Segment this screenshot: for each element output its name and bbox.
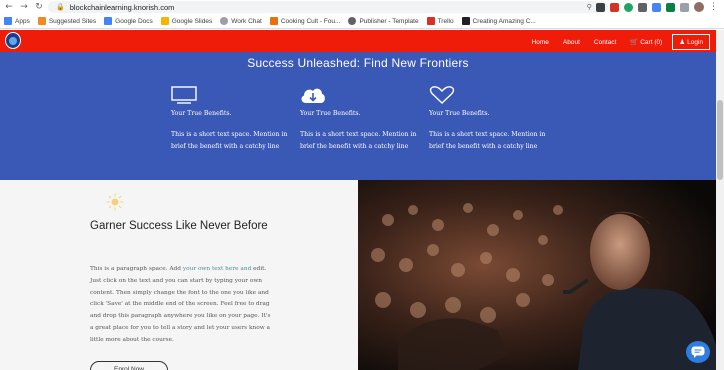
sun-icon xyxy=(106,193,124,211)
reload-icon[interactable]: ↻ xyxy=(33,1,45,13)
site-header: Home About Contact 🛒 Cart (0) ♟ Login xyxy=(0,30,716,52)
benefit-heading: Your True Benefits. xyxy=(429,110,490,117)
url-text[interactable]: blockchainlearning.knorish.com xyxy=(70,3,175,12)
bookmarks-bar: Apps Suggested Sites Google Docs Google … xyxy=(0,14,724,29)
nav-about[interactable]: About xyxy=(563,39,580,46)
bookmark-favicon-icon xyxy=(461,17,470,25)
benefit-heading: Your True Benefits. xyxy=(171,110,232,117)
bookmark-item[interactable]: Creating Amazing C... xyxy=(461,17,536,25)
enrol-button[interactable]: Enrol Now xyxy=(90,361,168,370)
benefit-heading: Your True Benefits. xyxy=(300,110,361,117)
address-bar[interactable]: 🔒 blockchainlearning.knorish.com ⚲ ☆ xyxy=(48,1,608,13)
trello-icon xyxy=(426,17,435,25)
extension-icon[interactable] xyxy=(624,2,633,12)
main-nav: Home About Contact 🛒 Cart (0) ♟ Login xyxy=(518,34,710,50)
extension-icon[interactable] xyxy=(666,2,675,12)
forward-arrow-icon[interactable]: → xyxy=(18,1,30,13)
profile-avatar[interactable] xyxy=(694,2,704,12)
cloud-download-icon xyxy=(300,86,430,104)
benefit-card: Your True Benefits. This is a short text… xyxy=(429,86,559,152)
benefit-text: This is a short text space. Mention in b… xyxy=(429,131,546,150)
paragraph-link[interactable]: your own text here and xyxy=(183,266,251,272)
cart-link[interactable]: 🛒 Cart (0) xyxy=(630,38,662,46)
cart-icon: 🛒 xyxy=(630,39,639,46)
site-logo[interactable] xyxy=(5,32,21,49)
extension-icon[interactable] xyxy=(652,2,661,12)
extension-icon[interactable] xyxy=(610,2,619,12)
back-arrow-icon[interactable]: ← xyxy=(3,1,15,13)
extension-icon[interactable] xyxy=(596,2,605,12)
google-docs-icon xyxy=(104,17,113,25)
bookmark-item[interactable]: Google Slides xyxy=(160,17,212,25)
chat-widget-button[interactable] xyxy=(686,341,710,363)
bookmark-item[interactable]: Google Docs xyxy=(104,17,153,25)
benefit-card: Your True Benefits. This is a short text… xyxy=(171,86,301,152)
google-slides-icon xyxy=(160,17,169,25)
scrollbar-thumb[interactable] xyxy=(717,100,723,180)
bookmark-favicon-icon xyxy=(269,17,278,25)
user-icon: ♟ xyxy=(679,39,686,46)
bookmark-item[interactable]: Apps xyxy=(4,17,30,25)
bookmark-item[interactable]: Suggested Sites xyxy=(37,17,96,25)
bookmark-item[interactable]: Trello xyxy=(426,17,454,25)
feature-paragraph: This is a paragraph space. Add your own … xyxy=(90,266,271,343)
menu-kebab-icon[interactable]: ⋮ xyxy=(709,2,718,12)
bookmark-item[interactable]: Cooking Cult - Fou... xyxy=(269,17,340,25)
feature-section: Garner Success Like Never Before This is… xyxy=(0,180,358,370)
nav-home[interactable]: Home xyxy=(532,39,549,46)
nav-contact[interactable]: Contact xyxy=(594,39,616,46)
speaker-photo xyxy=(358,180,716,370)
browser-toolbar: ← → ↻ 🔒 blockchainlearning.knorish.com ⚲… xyxy=(0,0,724,14)
bookmark-favicon-icon xyxy=(37,17,46,25)
page-scrollbar[interactable] xyxy=(716,30,724,370)
bookmark-item[interactable]: Publisher - Template xyxy=(348,17,419,25)
monitor-icon xyxy=(171,86,301,104)
login-button[interactable]: ♟ Login xyxy=(672,34,710,50)
benefits-section: Success Unleashed: Find New Frontiers Yo… xyxy=(0,52,716,180)
section-title: Success Unleashed: Find New Frontiers xyxy=(247,56,469,70)
bookmark-favicon-icon xyxy=(348,17,357,25)
extension-icon[interactable] xyxy=(680,2,689,12)
bookmark-item[interactable]: Work Chat xyxy=(220,17,262,25)
heart-icon xyxy=(429,86,559,104)
apps-grid-icon xyxy=(4,17,12,25)
chat-bubble-icon xyxy=(691,346,705,358)
benefit-text: This is a short text space. Mention in b… xyxy=(171,131,288,150)
search-icon[interactable]: ⚲ xyxy=(587,3,592,11)
feature-heading: Garner Success Like Never Before xyxy=(90,220,268,232)
lock-icon[interactable]: 🔒 xyxy=(56,3,65,11)
extension-icon[interactable] xyxy=(638,2,647,12)
benefit-text: This is a short text space. Mention in b… xyxy=(300,131,417,150)
workchat-icon xyxy=(220,17,229,25)
benefit-card: Your True Benefits. This is a short text… xyxy=(300,86,430,152)
